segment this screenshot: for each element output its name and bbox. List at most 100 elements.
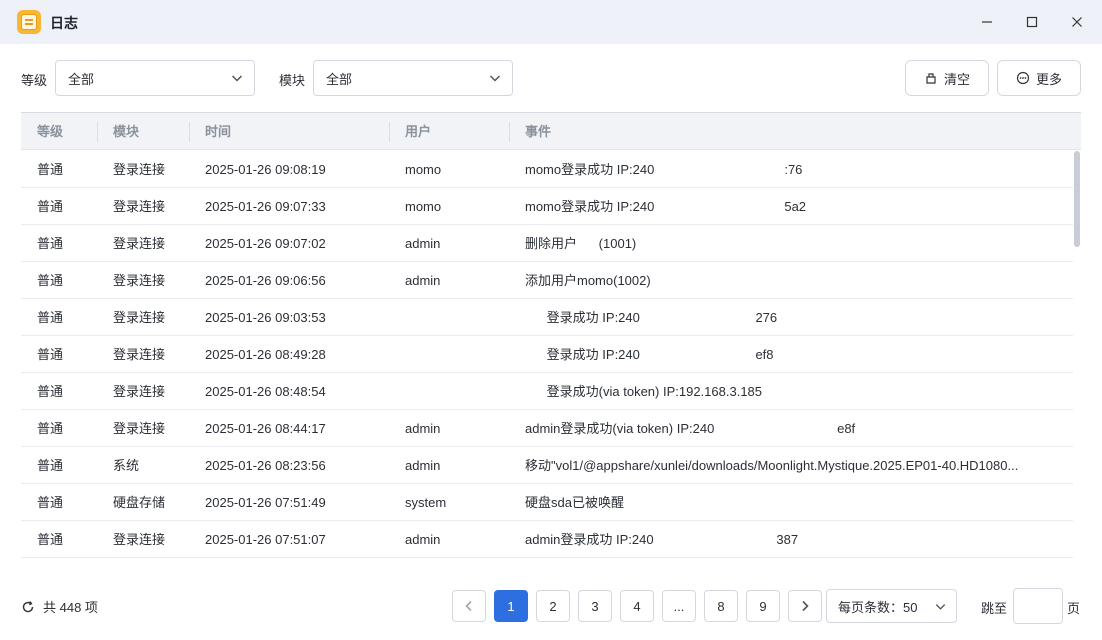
title-bar: 日志 bbox=[0, 0, 1102, 44]
column-header-user[interactable]: 用户 bbox=[405, 113, 431, 150]
cell-level: 普通 bbox=[37, 162, 64, 177]
cell-module: 登录连接 bbox=[113, 236, 166, 251]
cell-module: 系统 bbox=[113, 458, 140, 473]
clear-button[interactable]: 清空 bbox=[905, 60, 989, 96]
cell-module: 登录连接 bbox=[113, 421, 166, 436]
more-icon bbox=[1016, 71, 1030, 85]
table-row[interactable]: 普通 登录连接 2025-01-26 08:44:17 admin admin登… bbox=[21, 410, 1073, 447]
cell-level: 普通 bbox=[37, 458, 64, 473]
cell-time: 2025-01-26 09:07:02 bbox=[205, 236, 326, 251]
next-page-button[interactable] bbox=[788, 590, 822, 622]
table-row[interactable]: 普通 登录连接 2025-01-26 09:07:02 admin 删除用户 (… bbox=[21, 225, 1073, 262]
cell-time: 2025-01-26 08:23:56 bbox=[205, 458, 326, 473]
cell-time: 2025-01-26 07:51:49 bbox=[205, 495, 326, 510]
maximize-button[interactable] bbox=[1022, 12, 1042, 32]
table-row[interactable]: 普通 登录连接 2025-01-26 09:06:56 admin 添加用户mo… bbox=[21, 262, 1073, 299]
page-button-3[interactable]: 3 bbox=[578, 590, 612, 622]
table-row[interactable]: 普通 硬盘存储 2025-01-26 07:51:49 system 硬盘sda… bbox=[21, 484, 1073, 521]
cell-user: admin bbox=[405, 532, 441, 547]
cell-time: 2025-01-26 08:49:28 bbox=[205, 347, 326, 362]
cell-level: 普通 bbox=[37, 273, 64, 288]
cell-level: 普通 bbox=[37, 310, 64, 325]
level-select-value: 全部 bbox=[68, 71, 95, 87]
chevron-right-icon bbox=[802, 600, 809, 612]
scrollbar-thumb[interactable] bbox=[1074, 151, 1080, 247]
cell-event: 硬盘sda已被唤醒 bbox=[525, 495, 624, 510]
cell-event: momo登录成功 IP:240 :76 bbox=[525, 162, 803, 177]
column-header-time[interactable]: 时间 bbox=[205, 113, 231, 150]
cell-module: 登录连接 bbox=[113, 162, 166, 177]
log-table: 等级 模块 时间 用户 事件 普通 登录连接 2025-01-26 09:08:… bbox=[21, 112, 1081, 584]
cell-time: 2025-01-26 09:03:53 bbox=[205, 310, 326, 325]
page-size-label: 每页条数：50 bbox=[838, 599, 918, 615]
module-select-value: 全部 bbox=[326, 71, 353, 87]
window-title: 日志 bbox=[50, 15, 78, 31]
column-header-event[interactable]: 事件 bbox=[525, 113, 551, 150]
cell-level: 普通 bbox=[37, 199, 64, 214]
table-row[interactable]: 普通 登录连接 2025-01-26 08:48:54 登录成功(via tok… bbox=[21, 373, 1073, 410]
cell-time: 2025-01-26 08:48:54 bbox=[205, 384, 326, 399]
log-app-icon bbox=[17, 10, 41, 34]
table-scrollbar[interactable] bbox=[1073, 151, 1081, 584]
cell-user: admin bbox=[405, 458, 441, 473]
more-label: 更多 bbox=[1035, 71, 1062, 87]
page-button-2[interactable]: 2 bbox=[536, 590, 570, 622]
cell-event: momo登录成功 IP:240 5a2 bbox=[525, 199, 807, 214]
table-row[interactable]: 普通 登录连接 2025-01-26 09:03:53 登录成功 IP:240 … bbox=[21, 299, 1073, 336]
jump-to-label: 跳至 bbox=[981, 601, 1008, 616]
cell-level: 普通 bbox=[37, 532, 64, 547]
cell-user: admin bbox=[405, 273, 441, 288]
cell-user: momo bbox=[405, 199, 442, 214]
cell-time: 2025-01-26 07:51:07 bbox=[205, 532, 326, 547]
cell-user bbox=[405, 299, 505, 336]
cell-module: 登录连接 bbox=[113, 273, 166, 288]
maximize-icon bbox=[1026, 16, 1038, 28]
more-button[interactable]: 更多 bbox=[997, 60, 1081, 96]
log-window: 日志 等级 全部 模块 全部 清空 更多 等级 模块 时间 用户 事件 普通 登… bbox=[0, 0, 1102, 640]
page-button-1[interactable]: 1 bbox=[494, 590, 528, 622]
column-header-level[interactable]: 等级 bbox=[37, 113, 63, 150]
page-ellipsis-button[interactable]: ... bbox=[662, 590, 696, 622]
cell-event: admin登录成功(via token) IP:240 e8f bbox=[525, 421, 856, 436]
table-row[interactable]: 普通 系统 2025-01-26 08:23:56 admin 移动"vol1/… bbox=[21, 447, 1073, 484]
cell-module: 登录连接 bbox=[113, 199, 166, 214]
table-row[interactable]: 普通 登录连接 2025-01-26 08:49:28 登录成功 IP:240 … bbox=[21, 336, 1073, 373]
table-row[interactable]: 普通 登录连接 2025-01-26 07:51:07 admin admin登… bbox=[21, 521, 1073, 558]
cell-event: 登录成功 IP:240 276 bbox=[525, 310, 778, 325]
cell-event: admin登录成功 IP:240 387 bbox=[525, 532, 799, 547]
cell-time: 2025-01-26 09:07:33 bbox=[205, 199, 326, 214]
cell-user: system bbox=[405, 495, 447, 510]
page-button-4[interactable]: 4 bbox=[620, 590, 654, 622]
cell-level: 普通 bbox=[37, 421, 64, 436]
close-button[interactable] bbox=[1067, 12, 1087, 32]
page-size-select[interactable]: 每页条数：50 bbox=[826, 589, 957, 623]
minimize-button[interactable] bbox=[977, 12, 997, 32]
refresh-icon[interactable] bbox=[21, 600, 35, 614]
column-header-module[interactable]: 模块 bbox=[113, 113, 139, 150]
jump-page-suffix: 页 bbox=[1067, 601, 1081, 616]
clear-label: 清空 bbox=[943, 71, 970, 87]
level-select[interactable]: 全部 bbox=[55, 60, 255, 96]
cell-event: 添加用户momo(1002) bbox=[525, 273, 651, 288]
page-button-9[interactable]: 9 bbox=[746, 590, 780, 622]
module-select[interactable]: 全部 bbox=[313, 60, 513, 96]
jump-page-input[interactable] bbox=[1013, 588, 1063, 624]
cell-user bbox=[405, 373, 505, 410]
page-button-8[interactable]: 8 bbox=[704, 590, 738, 622]
cell-module: 登录连接 bbox=[113, 310, 166, 325]
cell-level: 普通 bbox=[37, 347, 64, 362]
total-count-text: 共 448 项 bbox=[43, 600, 98, 615]
table-row[interactable]: 普通 登录连接 2025-01-26 09:08:19 momo momo登录成… bbox=[21, 151, 1073, 188]
cell-level: 普通 bbox=[37, 384, 64, 399]
cell-time: 2025-01-26 09:08:19 bbox=[205, 162, 326, 177]
cell-event: 登录成功 IP:240 ef8 bbox=[525, 347, 774, 362]
close-icon bbox=[1072, 17, 1082, 27]
cell-time: 2025-01-26 08:44:17 bbox=[205, 421, 326, 436]
cell-user: momo bbox=[405, 162, 442, 177]
chevron-down-icon bbox=[935, 604, 946, 610]
cell-user: admin bbox=[405, 236, 441, 251]
chevron-left-icon bbox=[465, 600, 472, 612]
prev-page-button[interactable] bbox=[452, 590, 486, 622]
cell-module: 登录连接 bbox=[113, 347, 166, 362]
table-row[interactable]: 普通 登录连接 2025-01-26 09:07:33 momo momo登录成… bbox=[21, 188, 1073, 225]
